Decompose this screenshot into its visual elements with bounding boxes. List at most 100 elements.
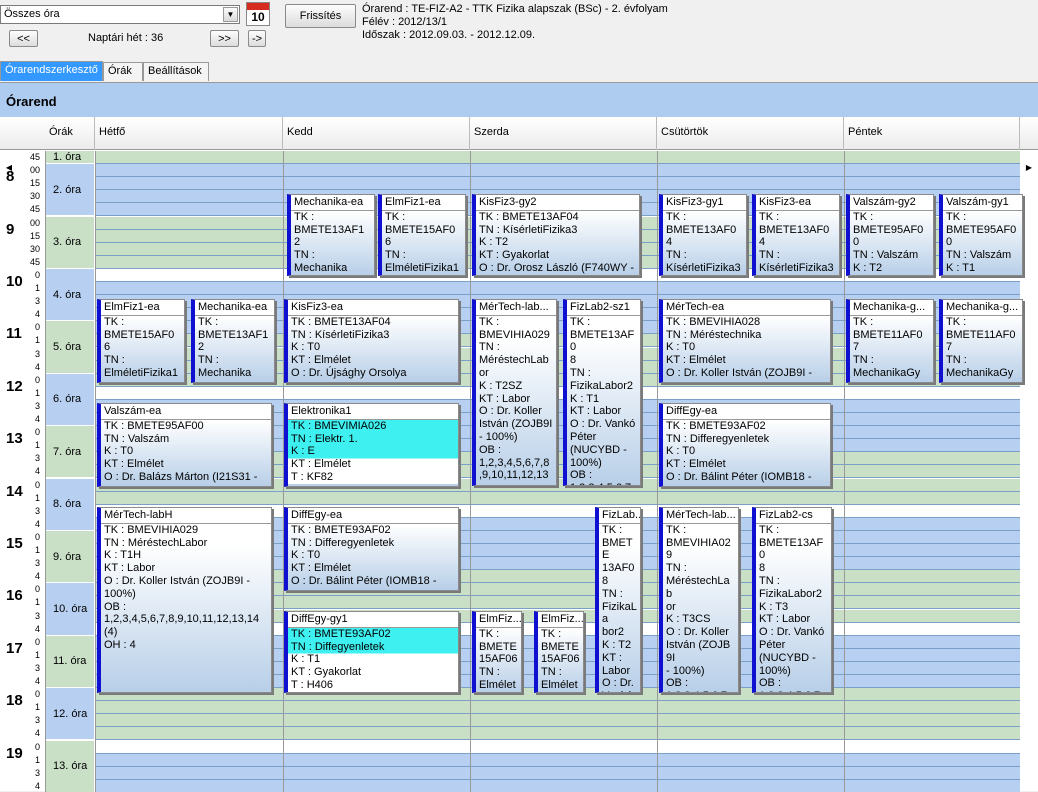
- lesson-card-title: MérTech-labH: [101, 508, 271, 524]
- lesson-card-title: Elektronika1: [288, 404, 458, 420]
- lesson-card-body: TK : BMETE13AF0 4 TN : KísérletiFizika3: [663, 211, 746, 275]
- timetable-panel: Órarend ◀ Órák Hétfő Kedd Szerda Csütört…: [0, 82, 1038, 791]
- lesson-card-title: FizLab...: [599, 508, 640, 524]
- tab-settings[interactable]: Beállítások: [143, 62, 209, 81]
- grid-row: [95, 727, 1020, 740]
- lesson-card[interactable]: FizLab2-sz1TK : BMETE13AF0 8 TN : Fizika…: [563, 299, 641, 486]
- lesson-card-body: TK : BMETE 13AF08 TN : FizikaLa bor2 K :…: [599, 524, 640, 693]
- lesson-card[interactable]: MérTech-lab...TK : BMEVIHIA029 TN : Méré…: [659, 507, 739, 693]
- column-header: ◀ Órák Hétfő Kedd Szerda Csütörtök Pénte…: [0, 117, 1038, 150]
- lesson-card[interactable]: KisFiz3-gy1TK : BMETE13AF0 4 TN : Kísérl…: [659, 194, 747, 276]
- lesson-card-body: TK : BMETE15AF0 6 TN : ElméletiFizika1: [382, 211, 465, 275]
- grid-row: [95, 741, 1020, 754]
- time-minute-label: 1: [0, 701, 44, 714]
- time-minute-label: 3: [0, 452, 44, 465]
- tab-editor[interactable]: Órarendszerkesztő: [0, 61, 103, 81]
- col-orak: Órák: [45, 117, 95, 150]
- column-divider: [657, 151, 658, 792]
- period-label: 5. óra: [45, 321, 94, 373]
- lesson-card[interactable]: Valszám-eaTK : BMETE95AF00 TN : Valszám …: [97, 403, 272, 487]
- time-minute-label: 1: [0, 282, 44, 295]
- lesson-card[interactable]: DiffEgy-gy1TK : BMETE93AF02 TN : Diffegy…: [284, 611, 459, 693]
- lesson-card-body: TK : BMETE 15AF06 TN : Elméleti: [538, 628, 583, 693]
- period-label: 11. óra: [45, 636, 94, 688]
- filter-combo[interactable]: Összes óra ▼: [0, 5, 240, 24]
- period-label: 12. óra: [45, 688, 94, 740]
- tab-bar: Órarendszerkesztő Órák Beállítások: [0, 61, 1038, 81]
- lesson-card-title: Valszám-gy1: [943, 195, 1022, 211]
- lesson-card-body: TK : BMETE13AF1 2 TN : Mechanika: [195, 316, 274, 380]
- time-minute-label: 15: [0, 230, 44, 243]
- time-minute-label: 1: [0, 596, 44, 609]
- period-label: 9. óra: [45, 531, 94, 583]
- lesson-card-body: TK : BMETE95AF0 0 TN : Valszám K : T2: [850, 211, 933, 275]
- lesson-card[interactable]: ElmFiz1-eaTK : BMETE15AF0 6 TN : Elmélet…: [97, 299, 185, 383]
- grid-row: [95, 767, 1020, 780]
- tab-lessons[interactable]: Órák: [103, 62, 143, 81]
- grid-row: [95, 754, 1020, 767]
- time-minute-label: 15: [0, 177, 44, 190]
- lesson-card-body: TK : BMETE95AF0 0 TN : Valszám K : T1: [943, 211, 1022, 275]
- lesson-card[interactable]: Valszám-gy2TK : BMETE95AF0 0 TN : Valszá…: [846, 194, 934, 276]
- lesson-card[interactable]: DiffEgy-eaTK : BMETE93AF02 TN : Differeg…: [659, 403, 831, 487]
- period-label: 1. óra: [45, 151, 94, 164]
- lesson-card[interactable]: Elektronika1TK : BMEVIMIA026 TN : Elektr…: [284, 403, 459, 487]
- lesson-card[interactable]: FizLab2-csTK : BMETE13AF0 8 TN : FizikaL…: [752, 507, 832, 693]
- period-label: 10. óra: [45, 583, 94, 635]
- next-week-button[interactable]: >>: [210, 30, 239, 47]
- time-minute-label: 3: [0, 767, 44, 780]
- period-label: 13. óra: [45, 741, 94, 792]
- lesson-card[interactable]: DiffEgy-eaTK : BMETE93AF02 TN : Differeg…: [284, 507, 459, 591]
- lesson-card[interactable]: ElmFiz1-eaTK : BMETE15AF0 6 TN : Elmélet…: [378, 194, 466, 276]
- lesson-card[interactable]: ElmFiz...TK : BMETE 15AF06 TN : Elméleti: [534, 611, 584, 693]
- time-minute-label: 30: [0, 243, 44, 256]
- lesson-card-body: TK : BMETE93AF02 TN : Differegyenletek K…: [288, 524, 458, 588]
- lesson-card-title: Mechanika-g...: [850, 300, 933, 316]
- lesson-card-title: DiffEgy-gy1: [288, 612, 458, 628]
- lesson-card[interactable]: Mechanika-g...TK : BMETE11AF0 7 TN : Mec…: [846, 299, 934, 383]
- lesson-card[interactable]: Mechanika-g...TK : BMETE11AF0 7 TN : Mec…: [939, 299, 1023, 383]
- lesson-card-body: TK : BMEVIHIA029 TN : MéréstechLabor K :…: [101, 524, 271, 652]
- chevron-down-icon[interactable]: ▼: [223, 7, 238, 22]
- lesson-card-title: FizLab2-sz1: [567, 300, 640, 316]
- grid-row: [95, 492, 1020, 505]
- time-minute-label: 45: [0, 256, 44, 269]
- time-minute-label: 1: [0, 492, 44, 505]
- grid-row: [95, 387, 1020, 400]
- lesson-card-body: TK : BMETE13AF1 2 TN : Mechanika: [291, 211, 374, 275]
- refresh-button[interactable]: Frissítés: [285, 4, 356, 28]
- lesson-card-title: Mechanika-ea: [195, 300, 274, 316]
- time-minute-label: 1: [0, 649, 44, 662]
- column-divider: [844, 151, 845, 792]
- goto-week-button[interactable]: ->: [248, 30, 266, 47]
- lesson-card-body: TK : BMETE93AF02 TN : Diffegyenletek K :…: [288, 628, 458, 692]
- lesson-card[interactable]: MérTech-eaTK : BMEVIHIA028 TN : Méréstec…: [659, 299, 831, 383]
- lesson-card[interactable]: Mechanika-eaTK : BMETE13AF1 2 TN : Mecha…: [287, 194, 375, 276]
- lesson-card[interactable]: FizLab...TK : BMETE 13AF08 TN : FizikaLa…: [595, 507, 641, 693]
- lesson-card-body: TK : BMETE11AF0 7 TN : MechanikaGy: [850, 316, 933, 380]
- col-thursday: Csütörtök: [657, 117, 844, 150]
- lesson-card[interactable]: MérTech-lab...TK : BMEVIHIA029 TN : Méré…: [472, 299, 557, 486]
- lesson-card-title: ElmFiz1-ea: [101, 300, 184, 316]
- lesson-card[interactable]: ElmFiz...TK : BMETE 15AF06 TN : Elméleti: [472, 611, 522, 693]
- time-minute-label: 1: [0, 334, 44, 347]
- lesson-card-body: TK : BMETE 15AF06 TN : Elméleti: [476, 628, 521, 693]
- lesson-card[interactable]: Mechanika-eaTK : BMETE13AF1 2 TN : Mecha…: [191, 299, 275, 383]
- lesson-card[interactable]: MérTech-labHTK : BMEVIHIA029 TN : Mérést…: [97, 507, 272, 693]
- time-minute-label: 4: [0, 361, 44, 374]
- lesson-card[interactable]: KisFiz3-eaTK : BMETE13AF0 4 TN : Kísérle…: [752, 194, 840, 276]
- lesson-card-body: TK : BMEVIHIA029 TN : MéréstechLab or K …: [476, 316, 556, 482]
- time-minute-label: 4: [0, 727, 44, 740]
- time-minute-label: 3: [0, 295, 44, 308]
- time-minute-label: 4: [0, 413, 44, 426]
- grid-row: [95, 714, 1020, 727]
- lesson-card[interactable]: KisFiz3-gy2TK : BMETE13AF04 TN : Kísérle…: [472, 194, 640, 276]
- calendar-icon[interactable]: 10: [246, 2, 270, 26]
- prev-week-button[interactable]: <<: [9, 30, 38, 47]
- time-minute-label: 1: [0, 387, 44, 400]
- time-minute-label: 3: [0, 505, 44, 518]
- column-divider: [95, 151, 96, 792]
- lesson-card[interactable]: Valszám-gy1TK : BMETE95AF0 0 TN : Valszá…: [939, 194, 1023, 276]
- lesson-card[interactable]: KisFiz3-eaTK : BMETE13AF04 TN : Kísérlet…: [284, 299, 459, 383]
- lesson-card-title: KisFiz3-ea: [288, 300, 458, 316]
